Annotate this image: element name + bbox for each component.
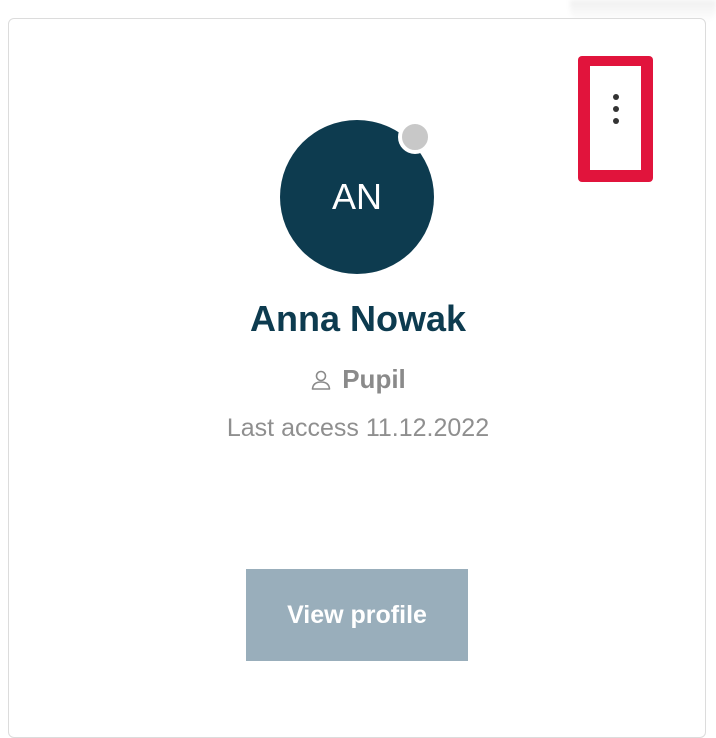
kebab-vertical-icon[interactable] — [612, 94, 619, 124]
user-role-label: Pupil — [342, 364, 406, 394]
user-name: Anna Nowak — [249, 298, 467, 339]
kebab-dot — [612, 94, 619, 100]
last-access: Last access 11.12.2022 — [226, 414, 490, 442]
user-role: Pupil — [0, 364, 716, 395]
view-profile-button[interactable]: View profile — [246, 569, 468, 661]
kebab-dot — [612, 106, 619, 112]
person-icon — [311, 370, 331, 390]
avatar-initials: AN — [331, 176, 382, 217]
more-menu-highlight — [578, 56, 653, 182]
more-menu-container — [590, 66, 641, 170]
status-indicator — [398, 120, 432, 154]
kebab-dot — [612, 118, 619, 124]
